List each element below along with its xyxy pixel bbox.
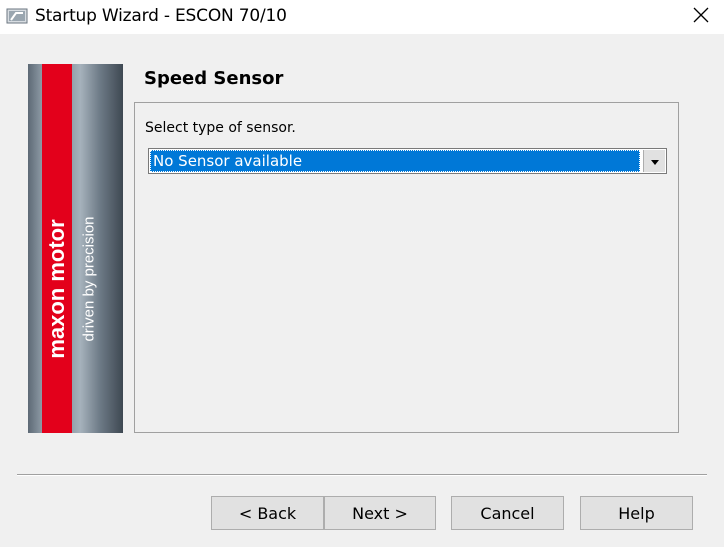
- close-icon: [693, 7, 709, 28]
- button-separator: [17, 474, 707, 476]
- window-title: Startup Wizard - ESCON 70/10: [35, 6, 287, 26]
- chevron-down-icon: [650, 152, 659, 170]
- sensor-type-label: Select type of sensor.: [145, 120, 296, 136]
- help-button[interactable]: Help: [580, 496, 693, 530]
- startup-wizard-window: Startup Wizard - ESCON 70/10 maxon motor…: [0, 0, 724, 547]
- banner-brand-text: maxon motor: [44, 219, 69, 359]
- close-button[interactable]: [678, 0, 724, 34]
- back-button[interactable]: < Back: [211, 496, 324, 530]
- title-bar: Startup Wizard - ESCON 70/10: [0, 0, 724, 34]
- app-icon: [6, 7, 28, 25]
- sensor-type-selected-value: No Sensor available: [150, 150, 640, 172]
- sensor-type-dropdown[interactable]: No Sensor available: [148, 148, 667, 174]
- dropdown-button[interactable]: [643, 150, 665, 172]
- next-button[interactable]: Next >: [324, 496, 436, 530]
- brand-banner: maxon motor driven by precision: [28, 64, 123, 433]
- cancel-button[interactable]: Cancel: [451, 496, 564, 530]
- banner-tagline: driven by precision: [80, 216, 98, 342]
- page-title: Speed Sensor: [144, 68, 284, 89]
- banner-edge: [28, 64, 42, 433]
